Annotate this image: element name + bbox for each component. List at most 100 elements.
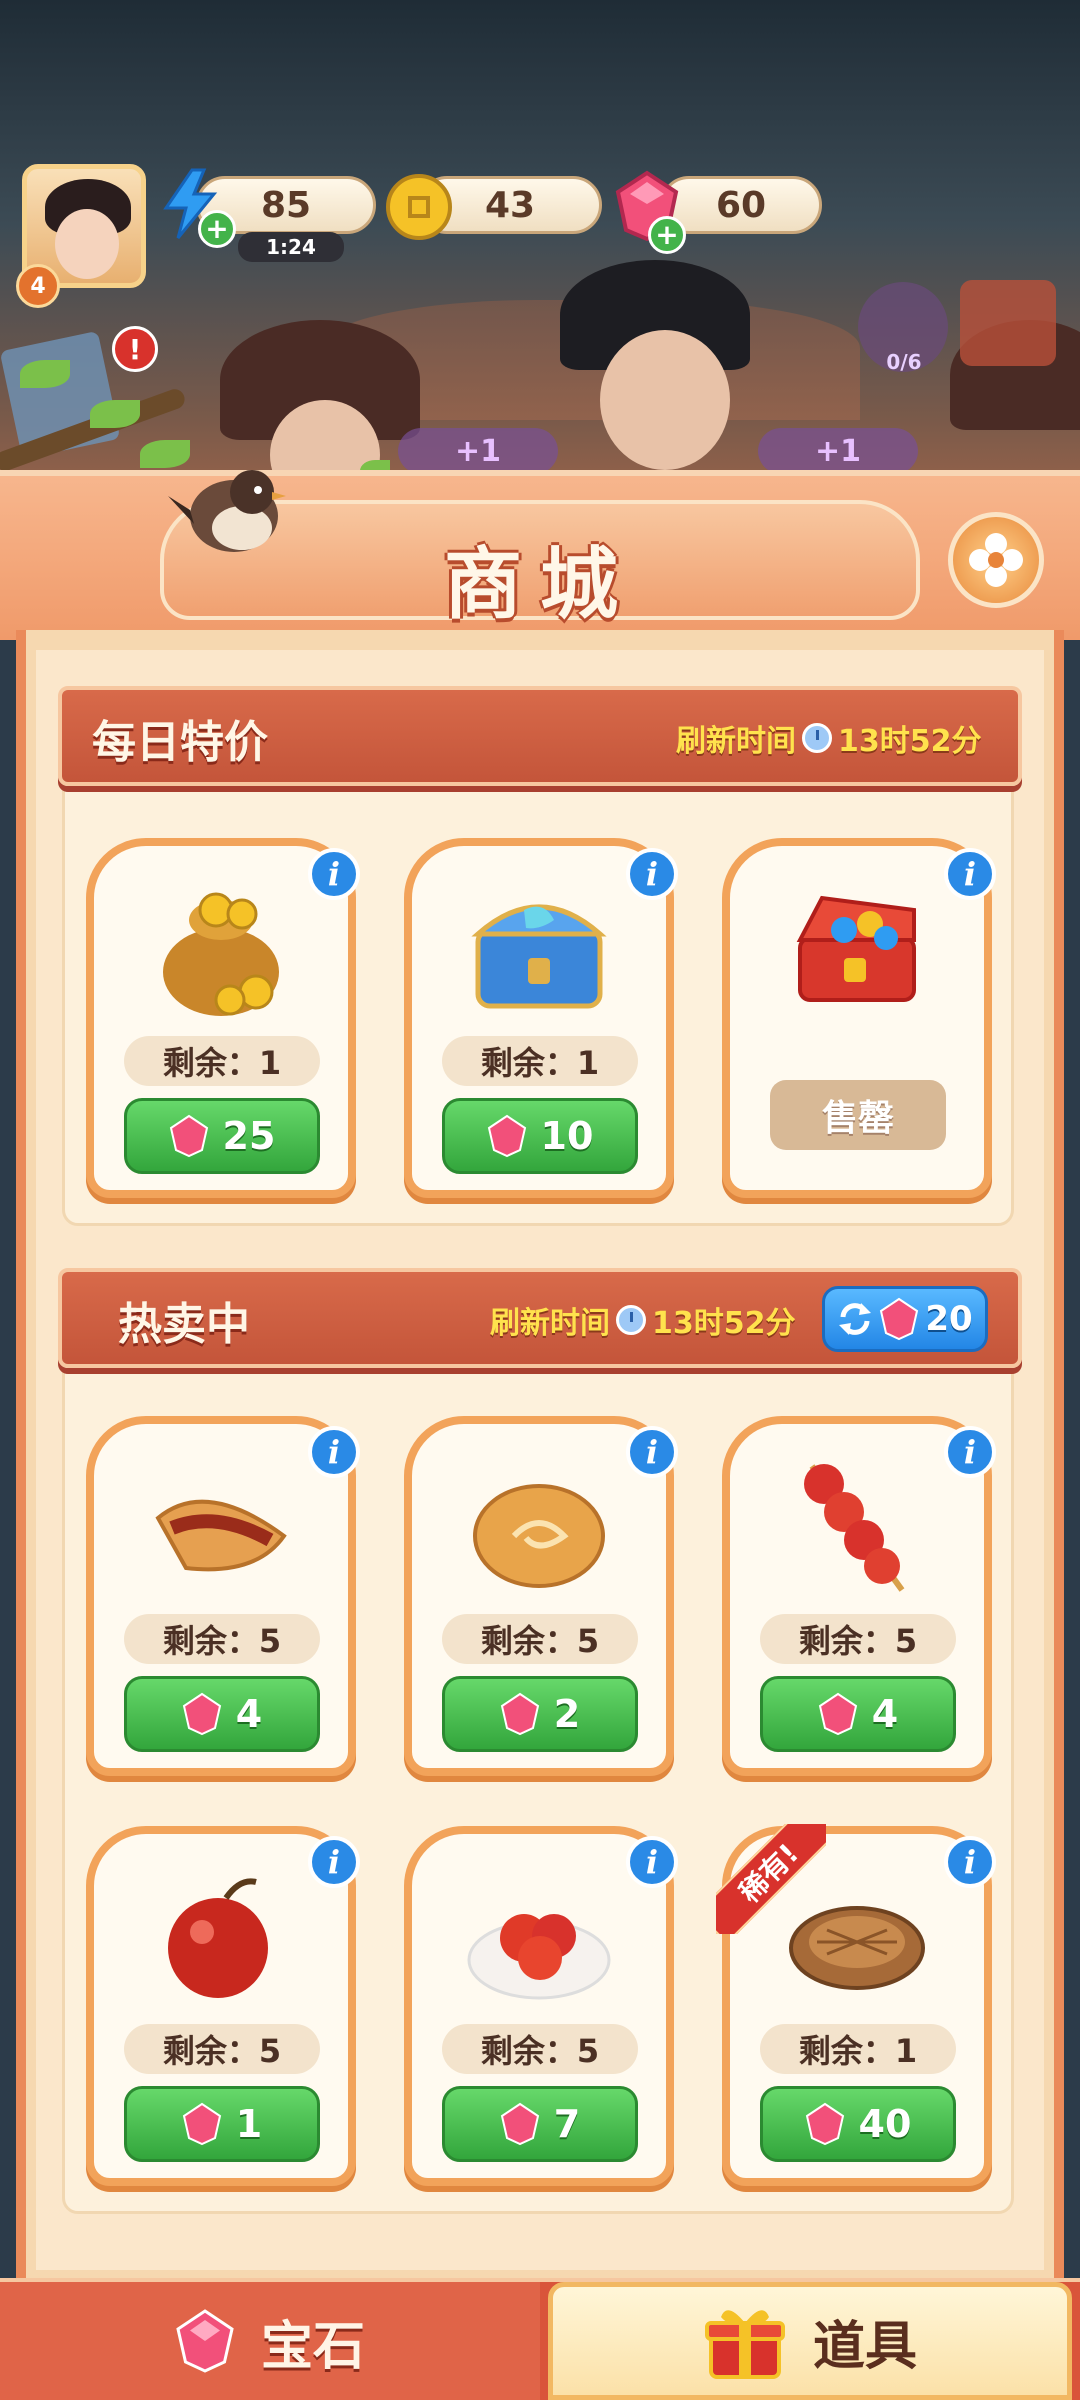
- price-value: 25: [222, 1114, 276, 1158]
- leaf: [90, 400, 140, 428]
- refresh-label: 刷新时间: [676, 724, 796, 759]
- tab-items-label: 道具: [812, 2316, 917, 2377]
- gem-icon: [500, 2102, 539, 2146]
- gift-box-icon: [704, 2310, 785, 2379]
- buy-button[interactable]: 1: [124, 2086, 320, 2162]
- tab-items[interactable]: 道具: [548, 2282, 1072, 2400]
- buy-button[interactable]: 40: [760, 2086, 956, 2162]
- candied-hawthorn-icon: [804, 1464, 905, 1592]
- buy-button[interactable]: 7: [442, 2086, 638, 2162]
- daily-deals-title: 每日特价: [92, 717, 268, 768]
- gem-counter[interactable]: 60: [660, 176, 822, 234]
- info-icon[interactable]: i: [626, 1836, 678, 1888]
- buy-button[interactable]: 25: [124, 1098, 320, 1174]
- remaining-count: 剩余：5: [124, 2024, 320, 2074]
- lady-face: [600, 330, 730, 470]
- refresh-time: 13时52分: [652, 1306, 796, 1341]
- info-icon[interactable]: i: [308, 1426, 360, 1478]
- refresh-time: 13时52分: [838, 724, 982, 759]
- remaining-count: 剩余：1: [124, 1036, 320, 1086]
- info-icon[interactable]: i: [944, 1426, 996, 1478]
- tab-gems[interactable]: 宝石: [0, 2282, 540, 2400]
- dessert-plate-icon: [467, 1914, 611, 2000]
- gem-icon: [880, 1297, 919, 1341]
- info-icon[interactable]: i: [944, 1836, 996, 1888]
- gem-icon: [805, 2102, 844, 2146]
- energy-value: 85: [260, 184, 312, 226]
- refresh-cost: 20: [925, 1299, 973, 1339]
- gem-value: 60: [715, 184, 767, 226]
- close-icon: [969, 533, 1023, 587]
- player-level-badge: 4: [16, 264, 60, 308]
- gem-add-button[interactable]: +: [648, 216, 686, 254]
- gem-icon: [182, 2102, 221, 2146]
- event-icon[interactable]: [960, 280, 1056, 366]
- energy-timer: 1:24: [238, 232, 344, 262]
- pancake-icon: [473, 1484, 605, 1588]
- hot-item-card[interactable]: i 剩余：5 1: [86, 1826, 360, 2186]
- refresh-button[interactable]: 20: [822, 1286, 988, 1352]
- info-icon[interactable]: i: [944, 848, 996, 900]
- buy-button[interactable]: 4: [760, 1676, 956, 1752]
- price-value: 4: [871, 1692, 899, 1736]
- remaining-count: 剩余：5: [760, 1614, 956, 1664]
- remaining-count: 剩余：1: [760, 2024, 956, 2074]
- shop-title: 商城: [443, 540, 636, 630]
- buy-button[interactable]: 2: [442, 1676, 638, 1752]
- hot-item-card[interactable]: i 剩余：5 2: [404, 1416, 678, 1776]
- hot-sale-refresh: 刷新时间 13时52分: [490, 1298, 796, 1342]
- gem-icon: [176, 2309, 234, 2373]
- clock-icon: [802, 723, 832, 753]
- tab-gems-label: 宝石: [260, 2316, 365, 2377]
- hot-item-card[interactable]: 稀有! i 剩余：1 40: [716, 1824, 996, 2186]
- red-treasure-chest-icon: [796, 895, 916, 1002]
- price-value: 10: [540, 1114, 594, 1158]
- leaf: [20, 360, 70, 388]
- coin-value: 43: [484, 184, 536, 226]
- bonus-plus-left: +1: [398, 428, 558, 474]
- sold-out-label: 售罄: [770, 1080, 946, 1150]
- red-fruit-icon: [168, 1878, 268, 1998]
- daily-deals-refresh: 刷新时间 13时52分: [676, 716, 982, 760]
- info-icon[interactable]: i: [308, 1836, 360, 1888]
- price-value: 4: [235, 1692, 263, 1736]
- info-icon[interactable]: i: [308, 848, 360, 900]
- daily-item-card[interactable]: i 售罄: [722, 838, 996, 1198]
- hot-sale-title: 热卖中: [118, 1299, 250, 1350]
- clock-icon: [616, 1305, 646, 1335]
- avatar-face: [55, 209, 119, 279]
- woven-basket-icon: [789, 1906, 925, 1990]
- energy-add-button[interactable]: +: [198, 210, 236, 248]
- refresh-label: 刷新时间: [490, 1306, 610, 1341]
- meat-bun-icon: [155, 1499, 287, 1572]
- gem-icon: [818, 1692, 857, 1736]
- close-button[interactable]: [948, 512, 1044, 608]
- bonus-plus-right: +1: [758, 428, 918, 474]
- remaining-count: 剩余：5: [124, 1614, 320, 1664]
- hot-item-card[interactable]: i 剩余：5 4: [722, 1416, 996, 1776]
- daily-item-card[interactable]: i 剩余：1 10: [404, 838, 678, 1198]
- coin-icon: [386, 174, 452, 240]
- refresh-icon: [839, 1303, 872, 1335]
- money-bag-icon: [163, 892, 279, 1016]
- gem-icon: [487, 1114, 526, 1158]
- price-value: 2: [553, 1692, 581, 1736]
- remaining-count: 剩余：5: [442, 1614, 638, 1664]
- sparrow-icon: [168, 470, 286, 552]
- price-value: 7: [553, 2102, 581, 2146]
- gem-icon: [169, 1114, 208, 1158]
- blue-chest-icon: [471, 904, 607, 1009]
- price-value: 40: [858, 2102, 912, 2146]
- daily-item-card[interactable]: i 剩余：1 25: [86, 838, 360, 1198]
- alert-badge: !: [112, 326, 158, 372]
- remaining-count: 剩余：5: [442, 2024, 638, 2074]
- buy-button[interactable]: 4: [124, 1676, 320, 1752]
- task-progress-label: 0/6: [886, 350, 922, 374]
- gem-icon: [182, 1692, 221, 1736]
- price-value: 1: [235, 2102, 263, 2146]
- buy-button[interactable]: 10: [442, 1098, 638, 1174]
- info-icon[interactable]: i: [626, 1426, 678, 1478]
- hot-item-card[interactable]: i 剩余：5 4: [86, 1416, 360, 1776]
- hot-item-card[interactable]: i 剩余：5 7: [404, 1826, 678, 2186]
- info-icon[interactable]: i: [626, 848, 678, 900]
